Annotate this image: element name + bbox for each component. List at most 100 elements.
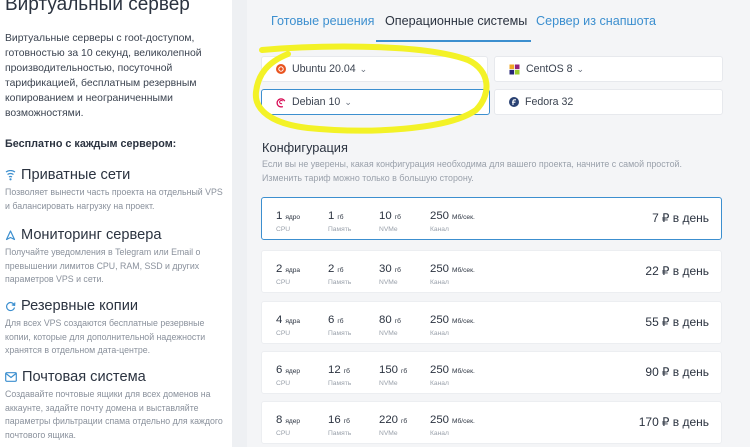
ram-label: Память <box>328 330 352 337</box>
price-suffix: ₽ в день <box>661 315 709 329</box>
plan-row[interactable]: 8 ядер CPU 16 гб Память 220 гб NVMe 250 Мб/сек.… <box>261 401 722 444</box>
feature-backups: Резервные копии Для всех VPS создаются б… <box>5 297 225 358</box>
feature-title: Резервные копии <box>21 298 138 314</box>
free-features-heading: Бесплатно с каждым сервером: <box>5 138 177 150</box>
os-centos[interactable]: CentOS 8 ⌄ <box>494 56 723 82</box>
plan-row[interactable]: 6 ядер CPU 12 гб Память 150 гб NVMe 250 Мб/сек.… <box>261 351 722 394</box>
tab-operating-systems[interactable]: Операционные системы <box>385 14 527 28</box>
plan-row[interactable]: 4 ядра CPU 6 гб Память 80 гб NVMe 250 Мб/сек. Ка… <box>261 301 722 344</box>
feature-title: Приватные сети <box>21 167 131 183</box>
disk-value: 150 <box>379 364 399 376</box>
configuration-title: Конфигурация <box>262 140 348 155</box>
centos-icon <box>509 64 520 74</box>
price-value: 170 <box>638 415 659 429</box>
price-suffix: ₽ в день <box>661 264 709 278</box>
feature-mail: Почтовая система Создавайте почтовые ящи… <box>5 368 225 442</box>
feature-private-networks: Приватные сети Позволяет вынести часть п… <box>5 166 225 213</box>
cpu-unit: ядро <box>285 214 301 221</box>
os-name: Fedora 32 <box>525 96 574 108</box>
sidebar: Виртуальный сервер Виртуальные серверы с… <box>0 0 232 447</box>
cpu-label: CPU <box>276 330 291 337</box>
active-tab-indicator <box>376 40 531 42</box>
price-value: 90 <box>645 365 659 379</box>
disk-unit: гб <box>394 214 401 221</box>
feature-title: Мониторинг сервера <box>21 227 162 243</box>
cpu-unit: ядер <box>285 418 301 425</box>
disk-unit: гб <box>394 267 401 274</box>
price-value: 55 <box>645 315 659 329</box>
plan-price: 90 ₽ в день <box>645 365 709 379</box>
os-ubuntu[interactable]: Ubuntu 20.04 ⌄ <box>261 56 488 82</box>
net-unit: Мб/сек. <box>452 318 475 325</box>
disk-label: NVMe <box>379 380 398 387</box>
net-value: 250 <box>430 414 450 426</box>
disk-unit: гб <box>401 418 408 425</box>
ubuntu-icon <box>276 64 286 74</box>
plan-price: 22 ₽ в день <box>645 264 709 278</box>
net-label: Канал <box>430 380 449 387</box>
os-name: CentOS 8 <box>526 63 573 75</box>
disk-value: 10 <box>379 210 392 222</box>
plan-row[interactable]: 1 ядро CPU 1 гб Память 10 гб NVMe 250 Мб/сек. Ка… <box>261 197 722 240</box>
os-debian[interactable]: Debian 10 ⌄ <box>261 89 490 115</box>
network-icon <box>5 169 16 180</box>
cpu-label: CPU <box>276 430 291 437</box>
ram-unit: гб <box>343 418 350 425</box>
disk-value: 80 <box>379 314 392 326</box>
plan-price: 170 ₽ в день <box>639 415 709 429</box>
cpu-unit: ядра <box>285 318 301 325</box>
disk-unit: гб <box>401 368 408 375</box>
ram-label: Память <box>328 226 352 233</box>
cpu-unit: ядер <box>285 368 301 375</box>
net-unit: Мб/сек. <box>452 368 475 375</box>
ram-value: 12 <box>328 364 341 376</box>
configuration-hint: Если вы не уверены, какая конфигурация н… <box>262 159 682 183</box>
plan-price: 7 ₽ в день <box>652 211 709 225</box>
price-suffix: ₽ в день <box>661 211 709 225</box>
price-suffix: ₽ в день <box>661 365 709 379</box>
net-label: Канал <box>430 330 449 337</box>
cpu-label: CPU <box>276 226 291 233</box>
cpu-value: 4 <box>276 314 283 326</box>
ram-value: 1 <box>328 210 335 222</box>
page-title: Виртуальный сервер <box>5 0 190 15</box>
ram-value: 16 <box>328 414 341 426</box>
net-unit: Мб/сек. <box>452 214 475 221</box>
feature-monitoring: Мониторинг сервера Получайте уведомления… <box>5 226 225 287</box>
feature-title: Почтовая система <box>22 369 146 385</box>
cpu-value: 8 <box>276 414 283 426</box>
plan-row[interactable]: 2 ядра CPU 2 гб Память 30 гб NVMe 250 Мб/сек. Ка… <box>261 250 722 293</box>
chevron-down-icon[interactable]: ⌄ <box>344 97 352 108</box>
os-fedora[interactable]: Fedora 32 <box>494 89 723 115</box>
ram-unit: гб <box>337 214 344 221</box>
disk-label: NVMe <box>379 226 398 233</box>
chevron-down-icon[interactable]: ⌄ <box>577 64 585 75</box>
ram-value: 2 <box>328 263 335 275</box>
price-value: 22 <box>645 264 659 278</box>
disk-label: NVMe <box>379 430 398 437</box>
ram-label: Память <box>328 380 352 387</box>
net-value: 250 <box>430 364 450 376</box>
tab-snapshot-server[interactable]: Сервер из снапшота <box>536 14 656 28</box>
backup-icon <box>6 301 16 311</box>
net-unit: Мб/сек. <box>452 418 475 425</box>
cpu-unit: ядра <box>285 267 301 274</box>
disk-value: 30 <box>379 263 392 275</box>
fedora-icon <box>509 97 519 107</box>
os-name: Debian 10 <box>292 96 341 108</box>
mail-icon <box>5 372 17 382</box>
net-value: 250 <box>430 210 450 222</box>
chevron-down-icon[interactable]: ⌄ <box>360 64 368 75</box>
price-value: 7 <box>652 211 659 225</box>
monitoring-icon <box>5 229 16 240</box>
feature-description: Для всех VPS создаются бесплатные резерв… <box>5 318 206 356</box>
price-suffix: ₽ в день <box>661 415 709 429</box>
feature-description: Создавайте почтовые ящики для всех домен… <box>5 389 223 440</box>
disk-value: 220 <box>379 414 399 426</box>
ram-label: Память <box>328 430 352 437</box>
tab-ready-solutions[interactable]: Готовые решения <box>271 14 375 28</box>
net-label: Канал <box>430 226 449 233</box>
net-value: 250 <box>430 314 450 326</box>
net-unit: Мб/сек. <box>452 267 475 274</box>
debian-icon <box>276 97 286 108</box>
